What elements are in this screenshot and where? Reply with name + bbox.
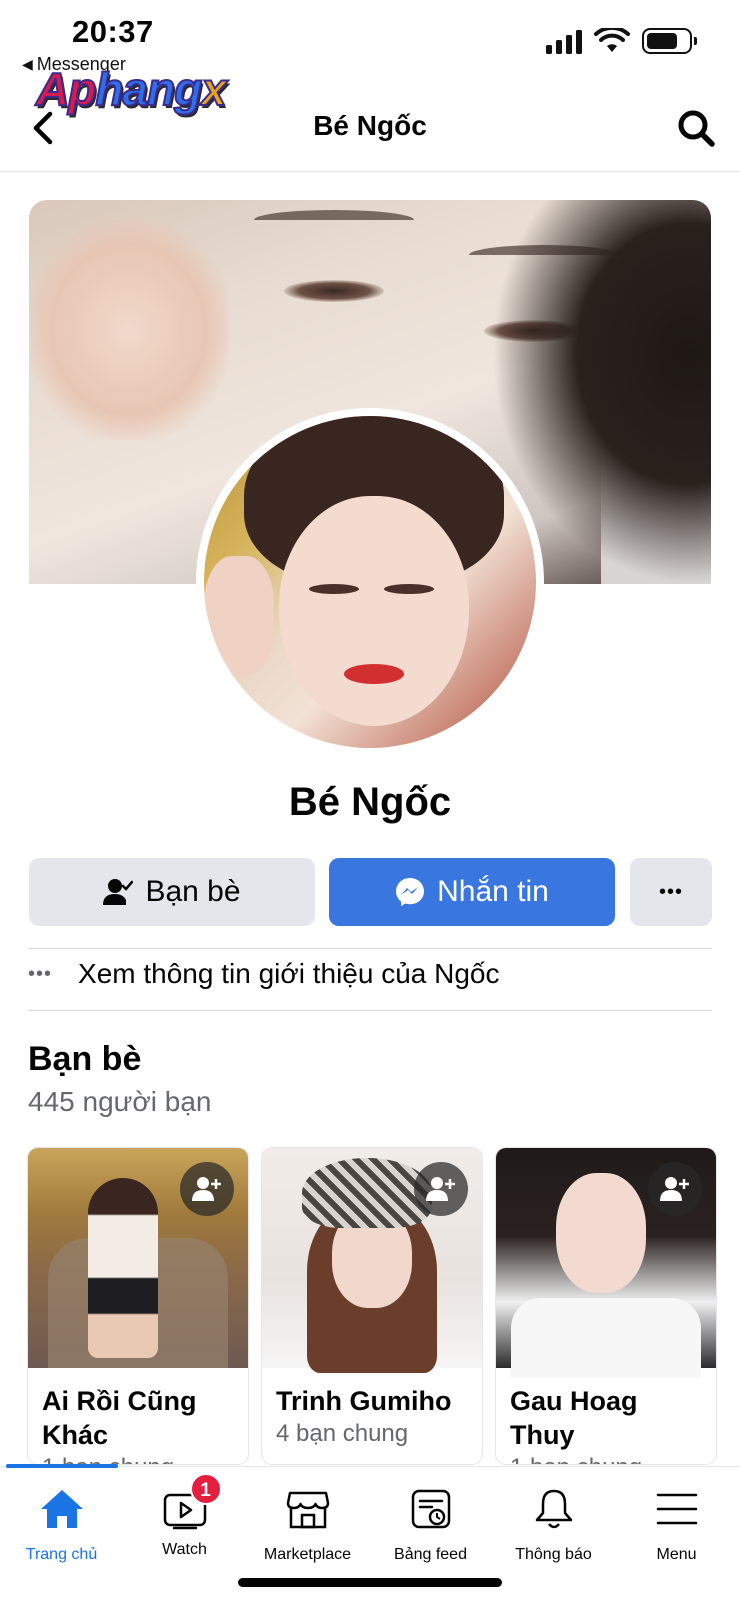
more-options-button[interactable]: ••• <box>630 858 712 926</box>
feed-icon <box>411 1489 450 1529</box>
divider <box>28 948 712 949</box>
home-indicator-bar[interactable] <box>238 1578 502 1587</box>
friend-card[interactable]: Ai Rồi Cũng Khác 1 bạn chung <box>28 1148 248 1464</box>
friends-button[interactable]: Bạn bè <box>29 858 315 926</box>
about-dots-icon: ••• <box>28 962 53 985</box>
battery-icon <box>642 28 697 54</box>
more-dots-icon: ••• <box>658 880 683 903</box>
friends-button-label: Bạn bè <box>145 875 241 908</box>
profile-avatar[interactable] <box>196 408 544 756</box>
add-friend-icon[interactable] <box>180 1162 234 1216</box>
friend-mutual-count: 4 bạn chung <box>276 1420 409 1447</box>
nav-notifications[interactable]: Thông báo <box>492 1487 615 1564</box>
friend-name[interactable]: Ai Rồi Cũng Khác <box>42 1384 238 1452</box>
nav-feed-label: Bảng feed <box>394 1546 467 1563</box>
messenger-icon <box>396 878 425 906</box>
about-info-link[interactable]: ••• Xem thông tin giới thiệu của Ngốc <box>28 958 500 990</box>
friend-photo[interactable] <box>28 1148 248 1368</box>
friend-mutual-count: 1 bạn chung <box>510 1454 642 1464</box>
cellular-signal-icon <box>546 28 582 54</box>
search-icon[interactable] <box>676 108 716 148</box>
watch-icon: 1 <box>162 1473 222 1531</box>
status-icons <box>546 28 697 54</box>
nav-home[interactable]: Trang chủ <box>0 1487 123 1564</box>
watch-notification-badge: 1 <box>189 1473 222 1505</box>
nav-menu-label: Menu <box>656 1546 697 1563</box>
wifi-icon <box>594 28 630 52</box>
divider <box>28 1010 712 1011</box>
add-friend-icon[interactable] <box>648 1162 702 1216</box>
friends-section-title: Bạn bè <box>28 1040 142 1078</box>
message-button-label: Nhắn tin <box>437 875 549 908</box>
bell-icon <box>535 1489 572 1529</box>
back-triangle-icon: ◀ <box>22 56 33 72</box>
friend-mutual-count: 1 bạn chung <box>42 1454 174 1464</box>
active-tab-indicator <box>6 1464 118 1468</box>
nav-watch-label: Watch <box>162 1541 207 1558</box>
home-icon <box>40 1490 83 1528</box>
nav-home-label: Trang chủ <box>25 1546 98 1563</box>
friend-name[interactable]: Gau Hoag Thuy <box>510 1384 706 1452</box>
friend-card[interactable]: Trinh Gumiho 4 bạn chung <box>262 1148 482 1464</box>
add-friend-icon[interactable] <box>414 1162 468 1216</box>
nav-marketplace[interactable]: Marketplace <box>246 1487 369 1564</box>
nav-marketplace-label: Marketplace <box>263 1546 352 1563</box>
nav-notifications-label: Thông báo <box>515 1546 592 1563</box>
nav-feed[interactable]: Bảng feed <box>369 1487 492 1564</box>
profile-header: Bé Ngốc <box>0 96 740 172</box>
friends-count: 445 người bạn <box>28 1086 212 1117</box>
person-check-icon <box>103 879 134 905</box>
friend-photo[interactable] <box>262 1148 482 1373</box>
nav-watch[interactable]: 1 Watch <box>123 1473 246 1559</box>
friend-card[interactable]: Gau Hoag Thuy 1 bạn chung <box>496 1148 716 1464</box>
header-title: Bé Ngốc <box>313 110 427 141</box>
friend-name[interactable]: Trinh Gumiho <box>276 1384 472 1418</box>
friend-photo[interactable] <box>496 1148 716 1378</box>
marketplace-icon <box>286 1491 329 1529</box>
status-time: 20:37 <box>72 14 154 49</box>
nav-menu[interactable]: Menu <box>615 1487 738 1564</box>
menu-icon <box>656 1493 697 1525</box>
message-button[interactable]: Nhắn tin <box>329 858 615 926</box>
about-info-text: Xem thông tin giới thiệu của Ngốc <box>78 958 500 989</box>
profile-name: Bé Ngốc <box>288 780 452 824</box>
